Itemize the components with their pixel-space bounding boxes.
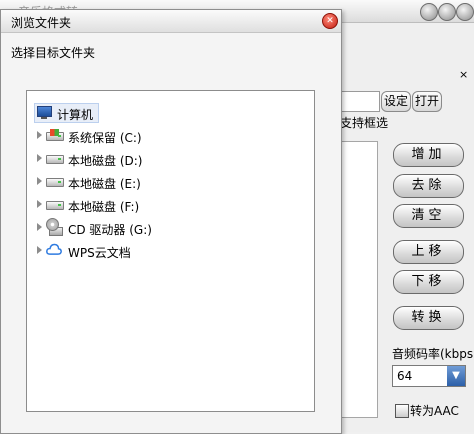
cloud-icon (46, 243, 62, 255)
tree-item-label: 计算机 (57, 108, 94, 122)
move-down-button[interactable]: 下移 (393, 270, 464, 294)
expand-arrow-icon[interactable] (37, 223, 42, 231)
browse-folder-dialog: 浏览文件夹 ✕ 选择目标文件夹 计算机 系统保留 (C:) 本地磁盘 (D:) … (0, 9, 342, 434)
panel-close-icon[interactable]: × (459, 68, 468, 81)
tree-item-wps-cloud[interactable]: WPS云文档 (27, 241, 314, 261)
dialog-instruction: 选择目标文件夹 (11, 46, 96, 60)
expand-arrow-icon[interactable] (37, 154, 42, 162)
aac-label: 转为AAC (410, 404, 459, 418)
windows-drive-icon (46, 129, 64, 141)
expand-arrow-icon[interactable] (37, 200, 42, 208)
cd-drive-icon (46, 218, 63, 236)
aac-checkbox[interactable] (395, 404, 409, 418)
add-button[interactable]: 增加 (393, 143, 464, 167)
tree-item-label: 本地磁盘 (D:) (68, 154, 143, 168)
tree-item-label: CD 驱动器 (G:) (68, 223, 152, 237)
expand-arrow-icon[interactable] (37, 177, 42, 185)
bitrate-value: 64 (397, 369, 413, 383)
tree-item-label: WPS云文档 (68, 246, 131, 260)
set-button[interactable]: 设定 (381, 91, 411, 112)
file-list[interactable] (340, 141, 378, 418)
computer-icon (36, 106, 52, 119)
open-button[interactable]: 打开 (412, 91, 442, 112)
tree-item-drive-c[interactable]: 系统保留 (C:) (27, 126, 314, 146)
convert-button[interactable]: 转换 (393, 306, 464, 330)
move-up-button[interactable]: 上移 (393, 240, 464, 264)
dropdown-arrow-icon[interactable]: ▼ (447, 366, 465, 386)
close-icon[interactable]: ✕ (322, 13, 338, 29)
tree-item-drive-f[interactable]: 本地磁盘 (F:) (27, 195, 314, 215)
support-select-text: 支持框选 (340, 116, 389, 130)
clear-button[interactable]: 清空 (393, 204, 464, 228)
maximize-button[interactable] (438, 3, 456, 21)
tree-item-label: 系统保留 (C:) (68, 131, 142, 145)
bitrate-label: 音频码率(kbps) (392, 347, 474, 361)
dialog-titlebar[interactable]: 浏览文件夹 ✕ (1, 10, 341, 33)
minimize-button[interactable] (420, 3, 438, 21)
tree-item-label: 本地磁盘 (F:) (68, 200, 140, 214)
dialog-title: 浏览文件夹 (11, 16, 72, 30)
bitrate-select[interactable]: 64 ▼ (392, 365, 466, 387)
hard-drive-icon (46, 201, 64, 210)
file-path-input[interactable] (340, 91, 380, 112)
tree-item-cd-drive[interactable]: CD 驱动器 (G:) (27, 218, 314, 238)
folder-tree[interactable]: 计算机 系统保留 (C:) 本地磁盘 (D:) 本地磁盘 (E:) 本地磁盘 (… (26, 90, 315, 412)
tree-item-drive-e[interactable]: 本地磁盘 (E:) (27, 172, 314, 192)
hard-drive-icon (46, 178, 64, 187)
tree-item-computer[interactable]: 计算机 (27, 103, 314, 123)
remove-button[interactable]: 去除 (393, 174, 464, 198)
hard-drive-icon (46, 155, 64, 164)
expand-arrow-icon[interactable] (37, 246, 42, 254)
expand-arrow-icon[interactable] (37, 131, 42, 139)
app-close-button[interactable] (456, 3, 474, 21)
tree-item-drive-d[interactable]: 本地磁盘 (D:) (27, 149, 314, 169)
tree-item-label: 本地磁盘 (E:) (68, 177, 141, 191)
